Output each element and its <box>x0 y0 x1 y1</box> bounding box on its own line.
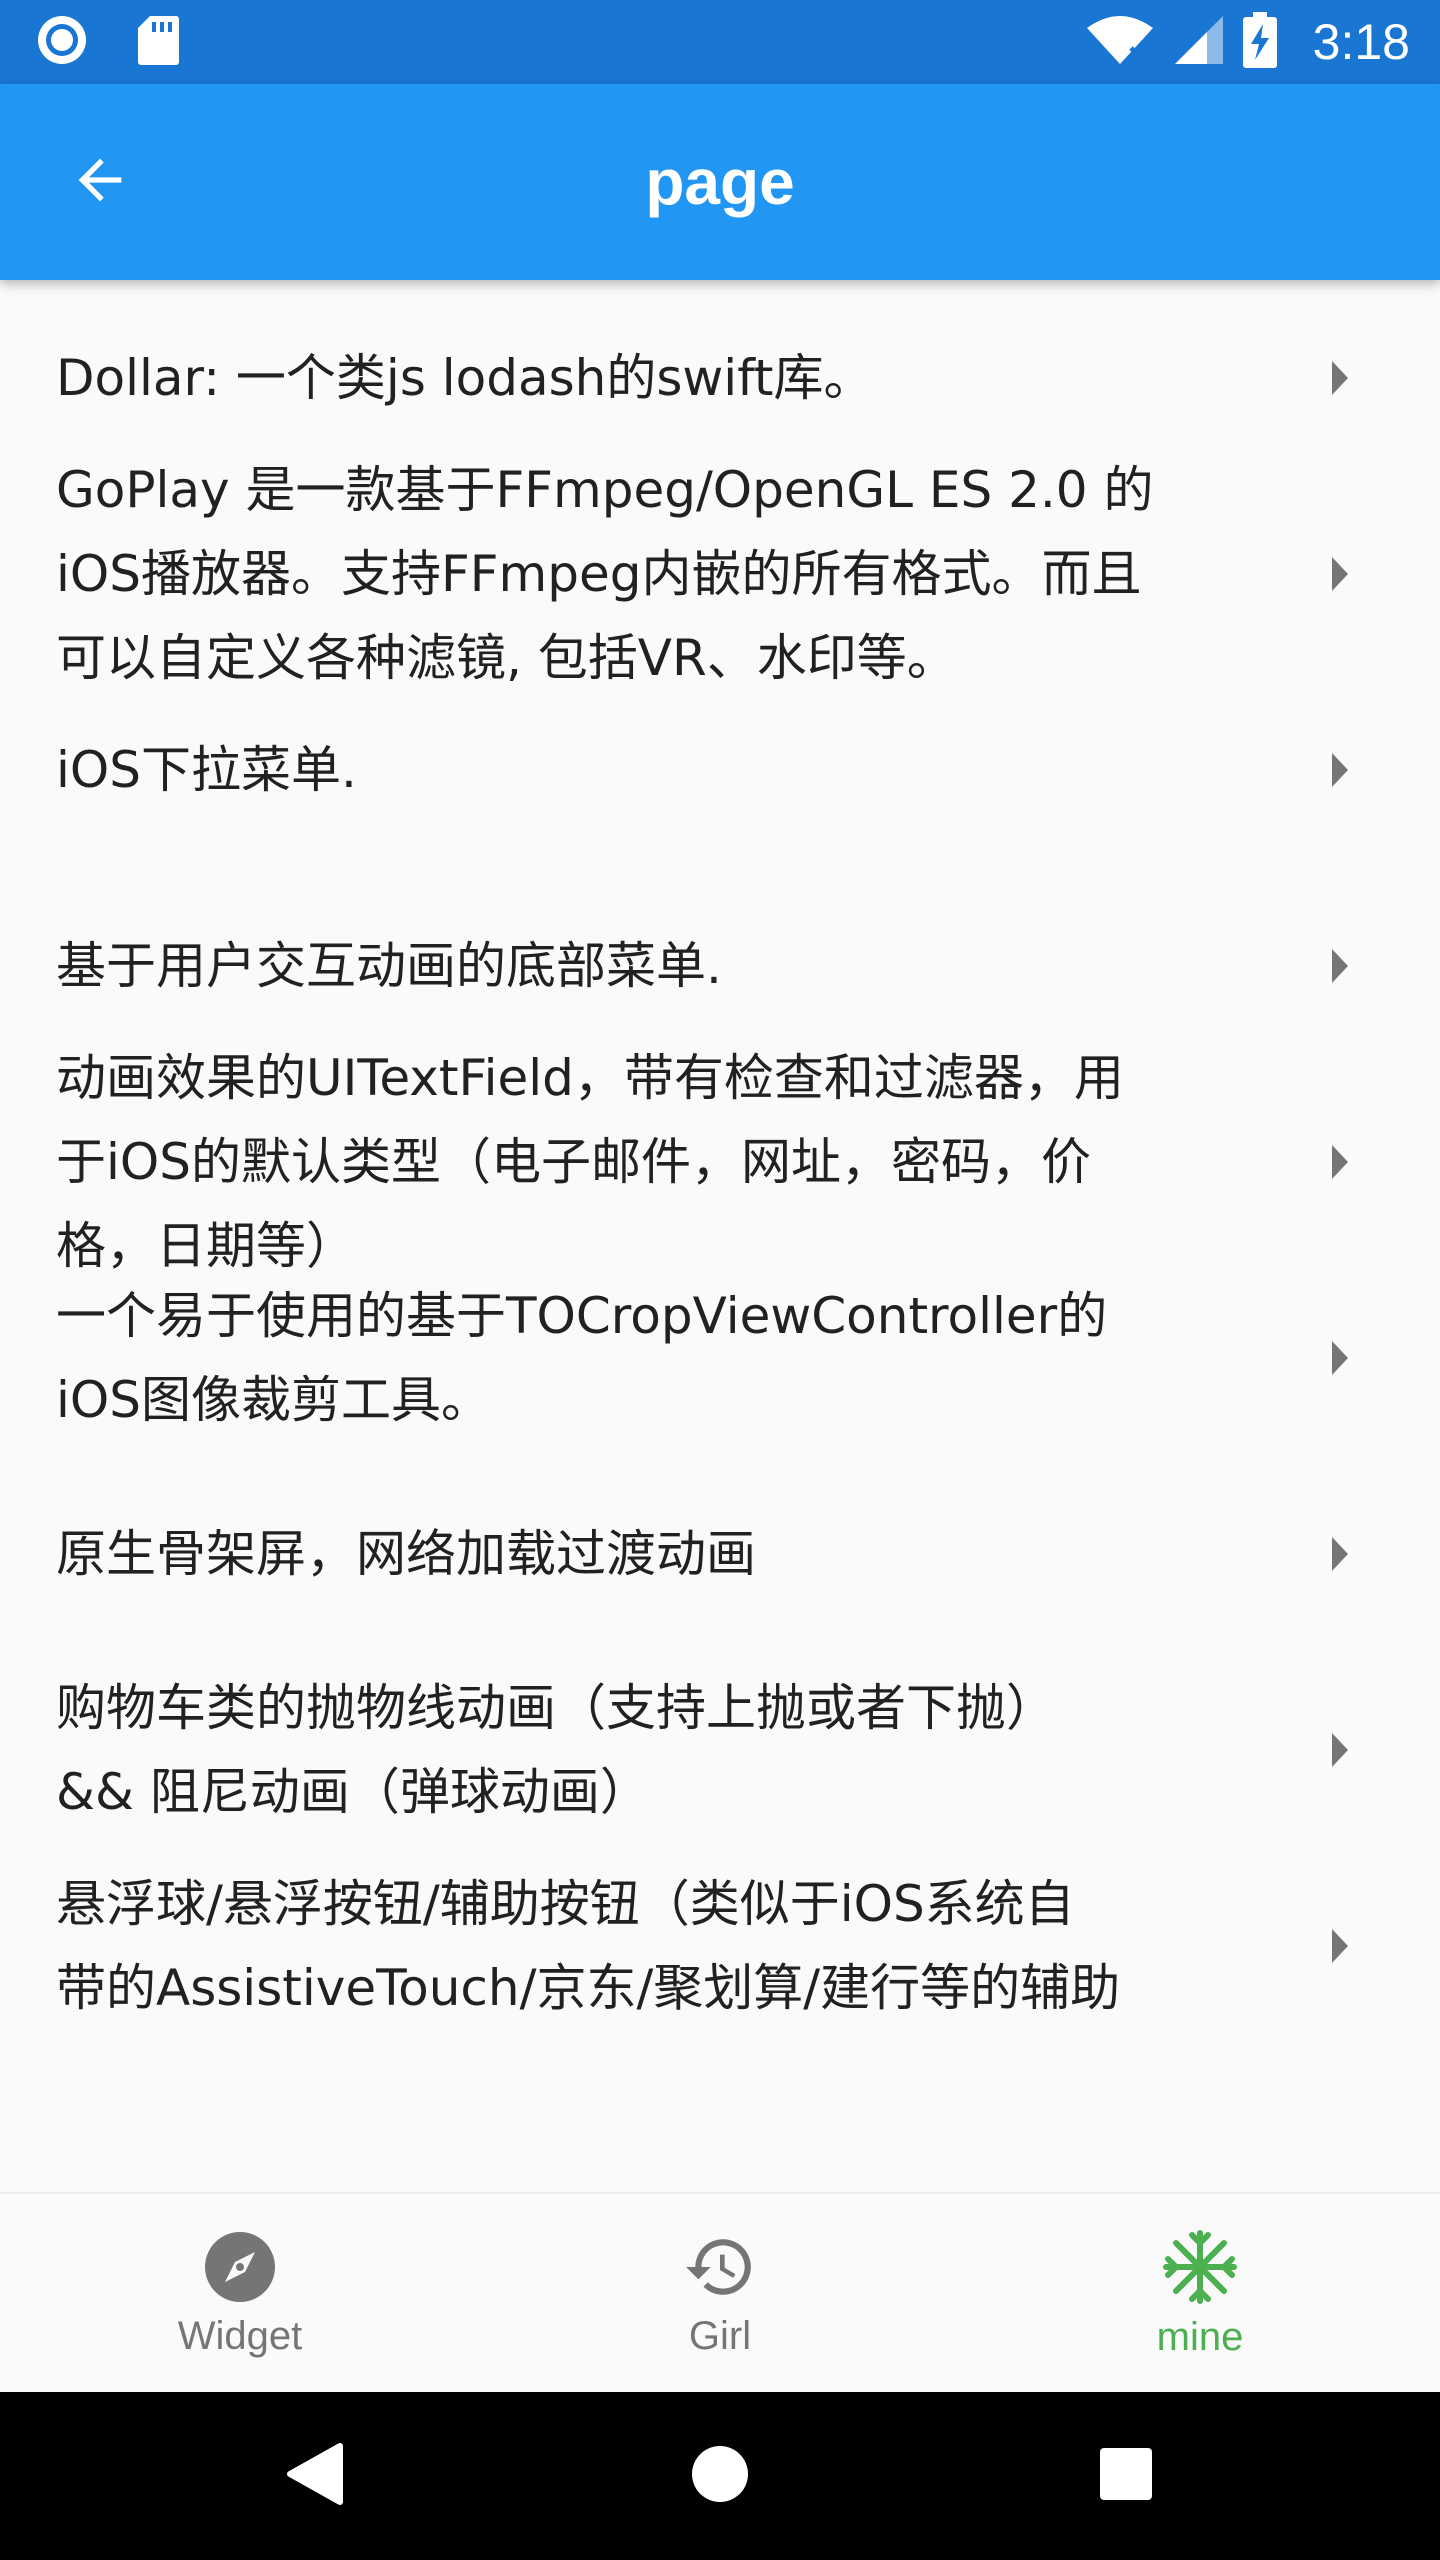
arrow-back-icon <box>68 148 132 216</box>
list-item-text: Dollar: 一个类js lodash的swift库。 <box>56 349 874 407</box>
list-item[interactable]: 动画效果的UITextField，带有检查和过滤器，用 于iOS的默认类型（电子… <box>0 1049 1440 1275</box>
nav-label-girl: Girl <box>688 2313 752 2358</box>
snowflake-icon <box>1162 2229 1238 2309</box>
arrow-right-icon <box>1332 1145 1348 1179</box>
arrow-right-icon <box>1332 753 1348 787</box>
nav-item-girl[interactable]: Girl <box>480 2194 960 2394</box>
nav-label-widget: Widget <box>177 2313 303 2358</box>
item-list[interactable]: Dollar: 一个类js lodash的swift库。 GoPlay 是一款基… <box>0 280 1440 2192</box>
app-bar: page <box>0 84 1440 280</box>
square-recents-icon <box>1098 2446 1154 2506</box>
list-item-text: 购物车类的抛物线动画（支持上抛或者下抛） && 阻尼动画（弹球动画） <box>56 1679 1056 1821</box>
list-item-text: iOS下拉菜单. <box>56 741 357 799</box>
circle-notification-icon <box>36 14 88 70</box>
list-item-text: 一个易于使用的基于TOCropViewController的 iOS图像裁剪工具… <box>56 1287 1108 1429</box>
list-item-text: 基于用户交互动画的底部菜单. <box>56 937 722 995</box>
list-item[interactable]: Dollar: 一个类js lodash的swift库。 <box>0 280 1440 476</box>
sd-card-icon <box>136 14 180 70</box>
list-item[interactable]: 原生骨架屏，网络加载过渡动画 <box>0 1456 1440 1652</box>
status-bar: 3:18 <box>0 0 1440 84</box>
nav-label-mine: mine <box>1156 2314 1244 2359</box>
compass-icon <box>203 2230 277 2308</box>
arrow-right-icon <box>1332 361 1348 395</box>
list-item[interactable]: 悬浮球/悬浮按钮/辅助按钮（类似于iOS系统自 带的AssistiveTouch… <box>0 1848 1440 2044</box>
list-item-text: 动画效果的UITextField，带有检查和过滤器，用 于iOS的默认类型（电子… <box>56 1049 1124 1275</box>
list-item-text: 悬浮球/悬浮按钮/辅助按钮（类似于iOS系统自 带的AssistiveTouch… <box>56 1875 1121 2017</box>
back-button[interactable] <box>48 130 152 234</box>
list-item[interactable]: 一个易于使用的基于TOCropViewController的 iOS图像裁剪工具… <box>0 1260 1440 1456</box>
triangle-back-icon <box>284 2442 344 2510</box>
list-item-text: 原生骨架屏，网络加载过渡动画 <box>56 1525 756 1583</box>
list-item[interactable]: GoPlay 是一款基于FFmpeg/OpenGL ES 2.0 的 iOS播放… <box>0 461 1440 687</box>
arrow-right-icon <box>1332 1537 1348 1571</box>
list-item[interactable]: 基于用户交互动画的底部菜单. <box>0 868 1440 1064</box>
history-icon <box>680 2230 760 2308</box>
bottom-navigation: Widget Girl mine <box>0 2192 1440 2392</box>
system-home-button[interactable] <box>678 2434 762 2518</box>
arrow-right-icon <box>1332 1341 1348 1375</box>
wifi-icon <box>1085 14 1155 70</box>
list-item[interactable]: iOS下拉菜单. <box>0 672 1440 868</box>
circle-home-icon <box>690 2444 750 2508</box>
page-title: page <box>645 146 795 218</box>
nav-item-widget[interactable]: Widget <box>0 2194 480 2394</box>
arrow-right-icon <box>1332 1929 1348 1963</box>
system-navigation-bar <box>0 2392 1440 2560</box>
system-back-button[interactable] <box>272 2434 356 2518</box>
arrow-right-icon <box>1332 949 1348 983</box>
arrow-right-icon <box>1332 557 1348 591</box>
nav-item-mine[interactable]: mine <box>960 2194 1440 2394</box>
signal-icon <box>1173 14 1225 70</box>
battery-charging-icon <box>1242 12 1277 72</box>
system-recents-button[interactable] <box>1084 2434 1168 2518</box>
list-item-text: GoPlay 是一款基于FFmpeg/OpenGL ES 2.0 的 iOS播放… <box>56 461 1154 687</box>
list-item[interactable]: 购物车类的抛物线动画（支持上抛或者下抛） && 阻尼动画（弹球动画） <box>0 1652 1440 1848</box>
status-time: 3:18 <box>1312 14 1410 70</box>
arrow-right-icon <box>1332 1733 1348 1767</box>
